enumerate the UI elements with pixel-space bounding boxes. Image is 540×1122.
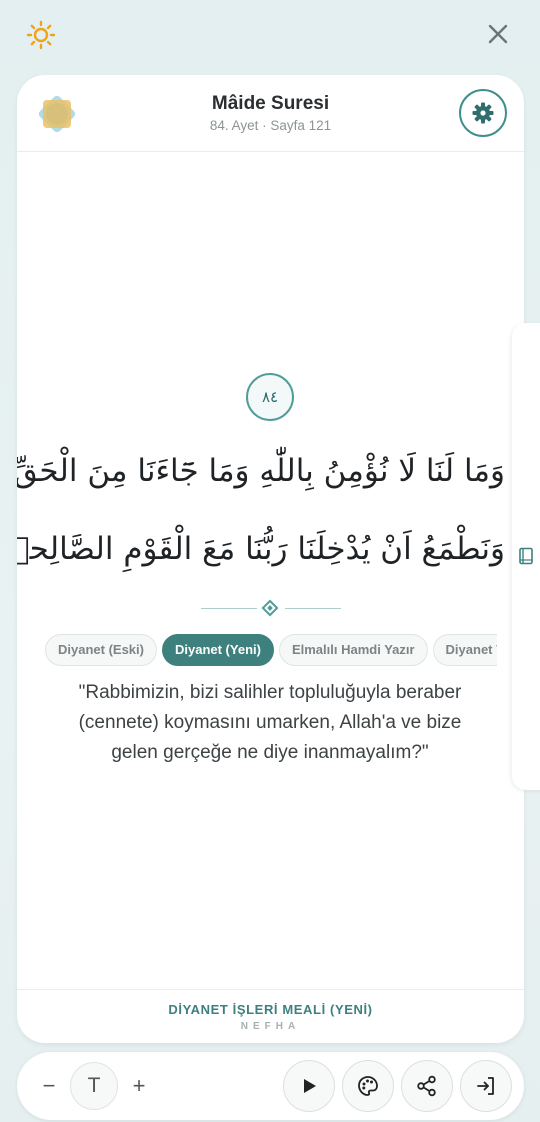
- font-increase-button[interactable]: +: [129, 1071, 149, 1101]
- translation-text: "Rabbimizin, bizi salihler topluluğuyla …: [78, 682, 462, 763]
- font-size-button[interactable]: T: [70, 1062, 118, 1110]
- gear-icon[interactable]: [459, 89, 507, 137]
- translation-source: DİYANET İŞLERİ MEALİ (YENİ): [168, 1002, 373, 1017]
- tab-diyanet-yeni[interactable]: Diyanet (Yeni): [161, 634, 274, 666]
- tab-diyanet-vakfi[interactable]: Diyanet Vakfı: [432, 634, 497, 666]
- book-icon[interactable]: [518, 547, 534, 565]
- brand-name: NEFHA: [240, 1021, 301, 1032]
- card-header: Mâide Suresi 84. Ayet · Sayfa 121: [17, 75, 524, 152]
- play-icon: [304, 1079, 316, 1093]
- palette-icon: [358, 1076, 378, 1096]
- page-title: Mâide Suresi: [211, 93, 330, 114]
- share-icon: [417, 1075, 436, 1097]
- page-subtitle: 84. Ayet · Sayfa 121: [209, 118, 332, 133]
- card-footer: DİYANET İŞLERİ MEALİ (YENİ) NEFHA: [17, 989, 524, 1043]
- tab-diyanet-eski[interactable]: Diyanet (Eski): [45, 634, 157, 666]
- font-decrease-button[interactable]: −: [39, 1071, 59, 1101]
- close-icon[interactable]: [484, 20, 512, 48]
- ornament-divider: [201, 599, 341, 618]
- bottom-toolbar: − T +: [17, 1052, 524, 1120]
- exit-icon: [477, 1077, 494, 1095]
- arabic-verse-line-2: وَنَطْمَعُ اَنْ يُدْخِلَنَا رَبُّنَا مَع…: [17, 531, 505, 567]
- exit-button[interactable]: [460, 1060, 512, 1112]
- ayah-card: Mâide Suresi 84. Ayet · Sayfa 121 ٨٤ وَم…: [17, 75, 524, 1043]
- arabic-verse-line-1: وَمَا لَنَا لَا نُؤْمِنُ بِاللّٰهِ وَمَا…: [17, 453, 505, 489]
- palette-button[interactable]: [342, 1060, 394, 1112]
- play-button[interactable]: [283, 1060, 335, 1112]
- ayah-number-badge: ٨٤: [246, 373, 294, 421]
- sun-icon[interactable]: [26, 20, 56, 50]
- share-button[interactable]: [401, 1060, 453, 1112]
- top-bar: [0, 0, 540, 70]
- tab-elmalili[interactable]: Elmalılı Hamdi Yazır: [278, 634, 428, 666]
- side-drawer-handle[interactable]: [512, 323, 540, 790]
- translation-tabs: Diyanet (Eski) Diyanet (Yeni) Elmalılı Ham…: [45, 634, 497, 666]
